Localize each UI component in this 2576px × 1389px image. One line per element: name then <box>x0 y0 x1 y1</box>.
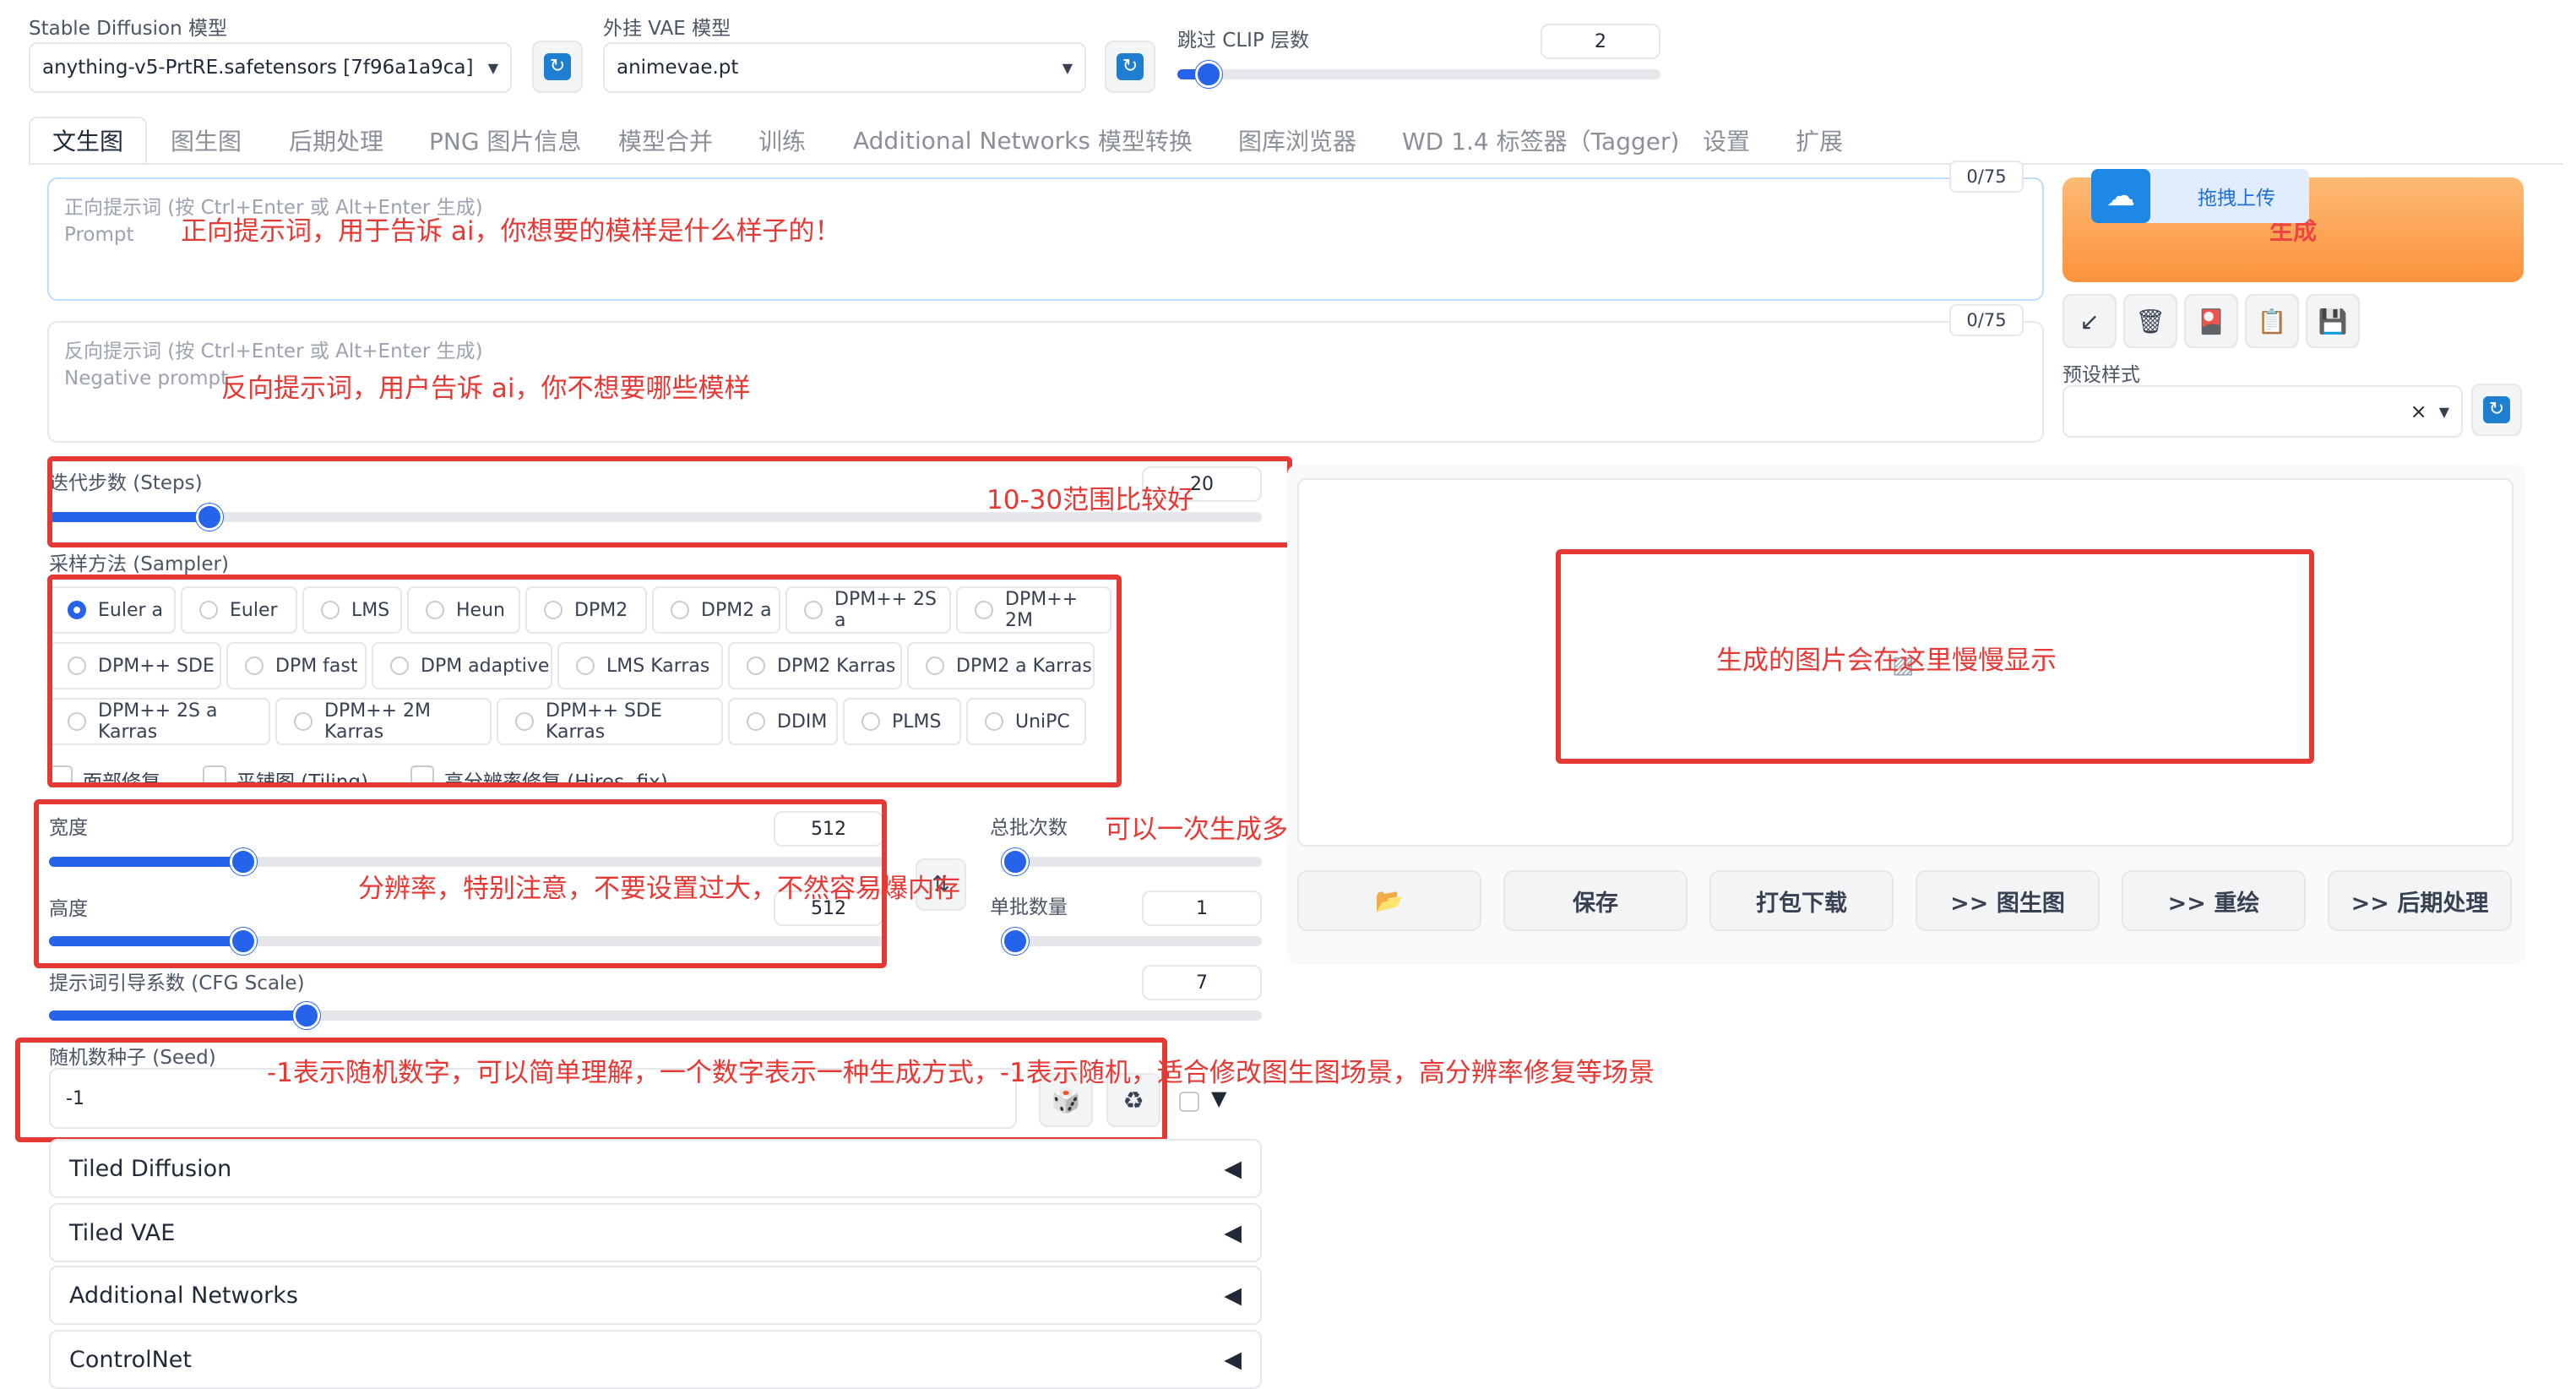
accordion-tiled-vae[interactable]: Tiled VAE ◀ <box>49 1203 1262 1262</box>
expand-icon[interactable]: ▼ <box>1211 1087 1226 1110</box>
collapse-icon: ◀ <box>1224 1346 1242 1373</box>
collapse-icon: ◀ <box>1224 1155 1242 1182</box>
chevron-down-icon: ▼ <box>487 59 498 76</box>
vae-label: 外挂 VAE 模型 <box>603 18 731 40</box>
collapse-icon: ◀ <box>1224 1282 1242 1309</box>
tab-tagger[interactable]: WD 1.4 标签器（Tagger) <box>1402 122 1679 159</box>
cfg-label: 提示词引导系数 (CFG Scale) <box>49 972 305 994</box>
batch-count-slider[interactable] <box>1002 848 1262 875</box>
clear-icon[interactable]: × <box>2410 400 2427 423</box>
accordion-label: ControlNet <box>69 1346 192 1373</box>
tab-settings[interactable]: 设置 <box>1703 122 1750 159</box>
styles-label: 预设样式 <box>2062 364 2140 386</box>
annotation-seed: -1表示随机数字，可以简单理解，一个数字表示一种生成方式，-1表示随机，适合修改… <box>267 1058 1655 1088</box>
save-button-label: 保存 <box>1573 890 1618 917</box>
annotation-negative: 反向提示词，用户告诉 ai，你不想要哪些模样 <box>221 373 751 404</box>
tab-png-info[interactable]: PNG 图片信息 <box>429 122 581 159</box>
upload-badge[interactable]: ☁ 拖拽上传 <box>2091 169 2309 223</box>
annotation-output: 生成的图片会在这里慢慢显示 <box>1716 645 2057 676</box>
negative-prompt-token-counter: 0/75 <box>1949 304 2024 336</box>
sd-model-value: anything-v5-PrtRE.safetensors [7f96a1a9c… <box>42 57 474 79</box>
tab-divider <box>29 163 2562 165</box>
batch-size-slider-thumb[interactable] <box>1002 928 1029 955</box>
refresh-icon: ↻ <box>544 53 571 80</box>
negative-prompt-placeholder: 反向提示词 (按 Ctrl+Enter 或 Alt+Enter 生成) <box>64 340 483 362</box>
tab-extensions[interactable]: 扩展 <box>1796 122 1843 159</box>
send-to-extras-button[interactable]: >> 后期处理 <box>2328 870 2512 931</box>
send-to-img2img-label: >> 图生图 <box>1950 890 2065 917</box>
batch-count-label: 总批次数 <box>990 817 1068 839</box>
accordion-label: Tiled VAE <box>69 1219 176 1246</box>
folder-icon: 📂 <box>1375 888 1404 914</box>
chevron-down-icon: ▼ <box>2438 403 2449 420</box>
batch-size-label: 单批数量 <box>990 896 1068 918</box>
clip-skip-slider-thumb[interactable] <box>1195 61 1223 88</box>
refresh-sd-model-button[interactable]: ↻ <box>532 41 583 93</box>
send-to-img2img-button[interactable]: >> 图生图 <box>1916 870 2100 931</box>
vae-select[interactable]: animevae.pt ▼ <box>603 42 1086 93</box>
batch-size-input[interactable]: 1 <box>1142 891 1262 926</box>
annotation-resolution: 分辨率，特别注意，不要设置过大，不然容易爆内存 <box>358 874 960 904</box>
tab-train[interactable]: 训练 <box>758 122 806 159</box>
cfg-input[interactable]: 7 <box>1142 965 1262 1000</box>
batch-count-slider-thumb[interactable] <box>1002 848 1029 875</box>
accordion-additional-networks[interactable]: Additional Networks ◀ <box>49 1266 1262 1325</box>
clip-skip-input[interactable]: 2 <box>1541 24 1660 59</box>
refresh-vae-button[interactable]: ↻ <box>1105 41 1155 93</box>
accordion-controlnet[interactable]: ControlNet ◀ <box>49 1330 1262 1389</box>
extra-seed-checkbox[interactable] <box>1179 1092 1199 1112</box>
collapse-icon: ◀ <box>1224 1219 1242 1246</box>
refresh-icon: ↻ <box>2483 396 2510 423</box>
zip-download-label: 打包下载 <box>1756 890 1847 917</box>
refresh-icon: ↻ <box>1117 53 1144 80</box>
arrow-icon[interactable]: ↙ <box>2062 294 2117 348</box>
sd-model-label: Stable Diffusion 模型 <box>29 18 228 40</box>
negative-prompt-placeholder-en: Negative prompt <box>64 368 229 389</box>
cfg-slider-fill <box>49 1010 304 1021</box>
prompt-token-counter: 0/75 <box>1949 161 2024 193</box>
zip-download-button[interactable]: 打包下载 <box>1709 870 1894 931</box>
tab-additional-networks[interactable]: Additional Networks <box>853 122 1090 159</box>
tab-txt2img[interactable]: 文生图 <box>52 122 123 159</box>
accordion-tiled-diffusion[interactable]: Tiled Diffusion ◀ <box>49 1139 1262 1198</box>
refresh-styles-button[interactable]: ↻ <box>2471 384 2522 436</box>
send-to-inpaint-label: >> 重绘 <box>2167 890 2260 917</box>
batch-size-slider[interactable] <box>1002 928 1262 955</box>
tab-image-browser[interactable]: 图库浏览器 <box>1238 122 1356 159</box>
tab-model-merge[interactable]: 模型合并 <box>618 122 713 159</box>
open-folder-button[interactable]: 📂 <box>1297 870 1481 931</box>
cfg-slider[interactable] <box>49 1002 1262 1029</box>
save-button[interactable]: 保存 <box>1503 870 1687 931</box>
prompt-placeholder-en: Prompt <box>64 224 134 246</box>
clip-skip-slider[interactable] <box>1177 61 1660 88</box>
accordion-label: Tiled Diffusion <box>69 1155 232 1182</box>
upload-badge-label: 拖拽上传 <box>2198 188 2275 210</box>
tab-img2img[interactable]: 图生图 <box>171 122 242 159</box>
sampler-label: 采样方法 (Sampler) <box>49 553 229 575</box>
tab-model-convert[interactable]: 模型转换 <box>1098 122 1193 159</box>
annotation-box-sampler <box>47 575 1122 787</box>
tab-extras[interactable]: 后期处理 <box>289 122 383 159</box>
clip-skip-label: 跳过 CLIP 层数 <box>1177 30 1310 52</box>
style-icon[interactable]: 🎴 <box>2184 294 2238 348</box>
send-to-inpaint-button[interactable]: >> 重绘 <box>2122 870 2306 931</box>
styles-select[interactable]: × ▼ <box>2062 385 2463 438</box>
annotation-steps: 10-30范围比较好 <box>986 485 1194 515</box>
save-icon[interactable]: 💾 <box>2306 294 2360 348</box>
cfg-slider-thumb[interactable] <box>292 1002 320 1029</box>
accordion-label: Additional Networks <box>69 1282 298 1309</box>
chevron-down-icon: ▼ <box>1062 59 1073 76</box>
cloud-icon: ☁ <box>2091 169 2150 223</box>
trash-icon[interactable]: 🗑 <box>2123 294 2177 348</box>
vae-value: animevae.pt <box>617 57 739 79</box>
clipboard-icon[interactable]: 📋 <box>2245 294 2299 348</box>
send-to-extras-label: >> 后期处理 <box>2350 890 2489 917</box>
sd-model-select[interactable]: anything-v5-PrtRE.safetensors [7f96a1a9c… <box>29 42 512 93</box>
annotation-prompt: 正向提示词，用于告诉 ai，你想要的模样是什么样子的！ <box>181 216 841 247</box>
